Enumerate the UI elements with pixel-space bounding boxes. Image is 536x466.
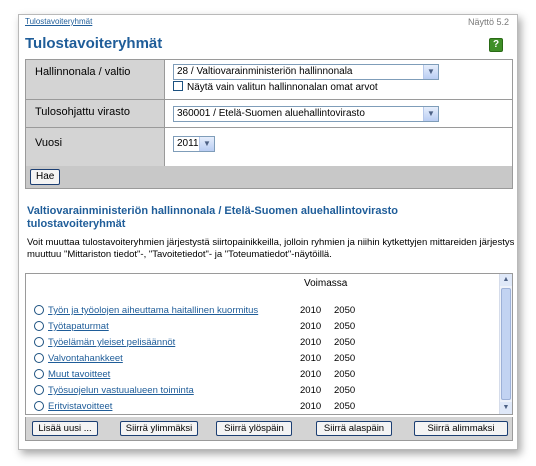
top-line: Tulostavoiteryhmät Näyttö 5.2 (25, 17, 509, 29)
window-frame: Tulostavoiteryhmät Näyttö 5.2 Tulostavoi… (18, 14, 518, 450)
move-bottom-button[interactable]: Siirrä alimmaksi (414, 421, 508, 436)
list-item: Työsuojelun vastuualueen toiminta 2010 2… (34, 384, 494, 398)
agency-select[interactable]: 360001 / Etelä-Suomen aluehallintovirast… (173, 106, 439, 122)
row-valid-from: 2010 (300, 353, 322, 364)
row-radio[interactable] (34, 369, 44, 379)
instruction-text: Voit muuttaa tulostavoiteryhmien järjest… (27, 237, 515, 260)
year-select-value: 2011 (177, 138, 199, 149)
list-item: Työn ja työolojen aiheuttama haitallinen… (34, 304, 494, 318)
row-valid-from: 2010 (300, 385, 322, 396)
chevron-down-icon: ▼ (423, 65, 438, 79)
own-values-checkbox[interactable] (173, 81, 183, 91)
row-link[interactable]: Työsuojelun vastuualueen toiminta (48, 384, 194, 397)
admin-label: Hallinnonala / valtio (26, 60, 165, 99)
scroll-down-arrow-icon[interactable]: ▼ (500, 402, 512, 414)
row-link[interactable]: Muut tavoitteet (48, 368, 110, 381)
row-link[interactable]: Eritvistavoitteet (48, 400, 112, 413)
admin-select-value: 28 / Valtiovarainministeriön hallinnonal… (177, 66, 353, 77)
agency-select-value: 360001 / Etelä-Suomen aluehallintovirast… (177, 108, 365, 119)
row-link[interactable]: Työelämän yleiset pelisäännöt (48, 336, 175, 349)
row-valid-to: 2050 (334, 321, 356, 332)
row-radio[interactable] (34, 337, 44, 347)
list-scrollbar[interactable]: ▲ ▼ (499, 274, 512, 414)
admin-row: Hallinnonala / valtio 28 / Valtiovarainm… (26, 60, 512, 100)
scrollbar-thumb[interactable] (501, 288, 511, 400)
row-valid-to: 2050 (334, 353, 356, 364)
row-link[interactable]: Työn ja työolojen aiheuttama haitallinen… (48, 304, 258, 317)
row-radio[interactable] (34, 321, 44, 331)
row-valid-to: 2050 (334, 337, 356, 348)
row-valid-to: 2050 (334, 401, 356, 412)
agency-label: Tulosohjattu virasto (26, 100, 165, 127)
row-valid-from: 2010 (300, 337, 322, 348)
year-cell: 2011 ▼ (165, 128, 512, 166)
own-values-checkbox-row[interactable]: Näytä vain valitun hallinnonalan omat ar… (173, 81, 378, 93)
agency-cell: 360001 / Etelä-Suomen aluehallintovirast… (165, 100, 512, 127)
row-valid-to: 2050 (334, 369, 356, 380)
criteria-form: Hallinnonala / valtio 28 / Valtiovarainm… (25, 59, 513, 189)
row-valid-from: 2010 (300, 321, 322, 332)
row-radio[interactable] (34, 401, 44, 411)
action-bar: Lisää uusi ... Siirrä ylimmäksi Siirrä y… (25, 417, 513, 441)
year-select[interactable]: 2011 ▼ (173, 136, 215, 152)
year-label: Vuosi (26, 128, 165, 166)
row-radio[interactable] (34, 305, 44, 315)
agency-row: Tulosohjattu virasto 360001 / Etelä-Suom… (26, 100, 512, 128)
column-header-valid: Voimassa (304, 278, 348, 289)
year-row: Vuosi 2011 ▼ (26, 128, 512, 166)
list-item: Työelämän yleiset pelisäännöt 2010 2050 (34, 336, 494, 350)
goal-group-list: Voimassa Työn ja työolojen aiheuttama ha… (25, 273, 513, 415)
row-radio[interactable] (34, 385, 44, 395)
page-title: Tulostavoiteryhmät (25, 35, 163, 52)
list-item: Muut tavoitteet 2010 2050 (34, 368, 494, 382)
own-values-checkbox-label: Näytä vain valitun hallinnonalan omat ar… (187, 82, 378, 93)
move-up-button[interactable]: Siirrä ylöspäin (216, 421, 292, 436)
screen-number: Näyttö 5.2 (467, 17, 509, 27)
row-valid-to: 2050 (334, 305, 356, 316)
search-button[interactable]: Hae (30, 169, 61, 185)
row-radio[interactable] (34, 353, 44, 363)
admin-select[interactable]: 28 / Valtiovarainministeriön hallinnonal… (173, 64, 439, 80)
breadcrumb[interactable]: Tulostavoiteryhmät (25, 17, 92, 26)
list-item: Valvontahankkeet 2010 2050 (34, 352, 494, 366)
row-valid-from: 2010 (300, 401, 322, 412)
row-link[interactable]: Työtapaturmat (48, 320, 109, 333)
chevron-down-icon: ▼ (199, 137, 214, 151)
row-valid-from: 2010 (300, 369, 322, 380)
move-top-button[interactable]: Siirrä ylimmäksi (120, 421, 198, 436)
list-item: Työtapaturmat 2010 2050 (34, 320, 494, 334)
scroll-up-arrow-icon[interactable]: ▲ (500, 274, 512, 286)
search-bar: Hae (26, 166, 512, 188)
row-valid-from: 2010 (300, 305, 322, 316)
row-link[interactable]: Valvontahankkeet (48, 352, 123, 365)
row-valid-to: 2050 (334, 385, 356, 396)
add-new-button[interactable]: Lisää uusi ... (32, 421, 98, 436)
admin-cell: 28 / Valtiovarainministeriön hallinnonal… (165, 60, 512, 99)
section-title: Valtiovarainministeriön hallinnonala / E… (27, 205, 399, 230)
help-icon[interactable]: ? (489, 38, 503, 52)
chevron-down-icon: ▼ (423, 107, 438, 121)
move-down-button[interactable]: Siirrä alaspäin (316, 421, 392, 436)
list-item: Eritvistavoitteet 2010 2050 (34, 400, 494, 414)
